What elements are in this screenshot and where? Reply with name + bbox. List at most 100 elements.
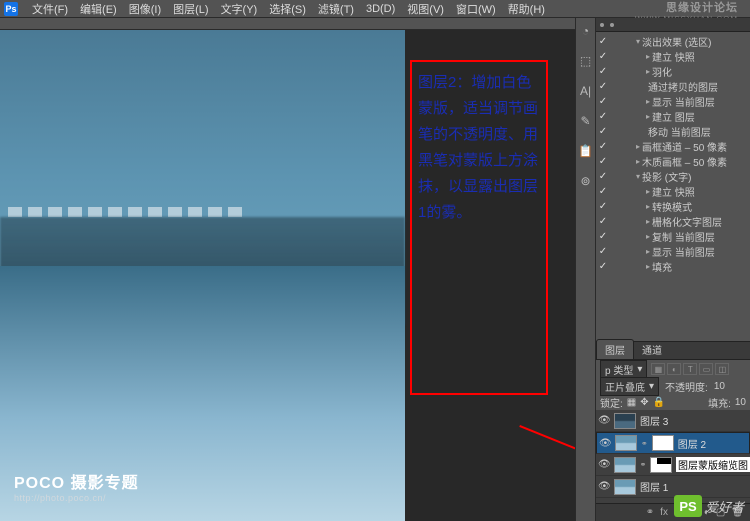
disclosure-icon[interactable]: ▸ [646,262,650,271]
cc-icon[interactable]: ⊚ [579,174,593,188]
lock-position-icon[interactable]: ✥ [640,397,648,408]
layer-name[interactable]: 图层 1 [640,479,668,494]
filter-adj-icon[interactable]: ◐ [667,363,681,375]
action-row[interactable]: ✓▸画框通道 – 50 像素 [596,139,750,154]
disclosure-icon[interactable]: ▸ [646,97,650,106]
layer-thumb[interactable] [652,435,674,451]
action-check-icon[interactable]: ✓ [598,216,608,227]
layer-thumb[interactable] [614,413,636,429]
disclosure-icon[interactable]: ▸ [636,157,640,166]
action-check-icon[interactable]: ✓ [598,126,608,137]
action-check-icon[interactable]: ✓ [598,111,608,122]
layer-thumb[interactable] [614,479,636,495]
filter-shape-icon[interactable]: ▭ [699,363,713,375]
action-row[interactable]: ✓▸显示 当前图层 [596,94,750,109]
action-label: 建立 快照 [652,184,695,199]
action-check-icon[interactable]: ✓ [598,171,608,182]
action-row[interactable]: ✓ ▸建立 快照 [596,184,750,199]
layer-name[interactable]: 图层 2 [678,436,706,451]
action-check-icon[interactable]: ✓ [598,81,608,92]
disclosure-icon[interactable]: ▾ [636,172,640,181]
tab-channels[interactable]: 通道 [634,340,670,359]
visibility-icon[interactable]: 👁 [599,438,611,449]
action-row[interactable]: ✓▸木质画框 – 50 像素 [596,154,750,169]
fx-icon[interactable]: fx [660,507,668,518]
menu-file[interactable]: 文件(F) [26,1,74,17]
disclosure-icon[interactable]: ▸ [636,142,640,151]
link-layers-icon[interactable]: ⚭ [646,507,654,518]
lock-all-icon[interactable]: 🔒 [653,397,665,408]
disclosure-icon[interactable]: ▸ [646,202,650,211]
layer-thumb[interactable] [614,457,636,473]
menu-3d[interactable]: 3D(D) [360,3,401,15]
action-row[interactable]: ✓▸转换模式 [596,199,750,214]
action-check-icon[interactable]: ✓ [598,96,608,107]
action-check-icon[interactable]: ✓ [598,201,608,212]
opacity-value[interactable]: 10 [714,381,725,392]
disclosure-icon[interactable]: ▸ [646,232,650,241]
visibility-icon[interactable]: 👁 [598,415,610,426]
action-check-icon[interactable]: ✓ [598,231,608,242]
tab-layers[interactable]: 图层 [596,339,634,359]
disclosure-icon[interactable]: ▸ [646,217,650,226]
action-check-icon[interactable]: ✓ [598,156,608,167]
visibility-icon[interactable]: 👁 [598,459,610,470]
layer-row[interactable]: 👁⚭图层蒙版缩览图 [596,454,750,476]
visibility-icon[interactable]: 👁 [598,481,610,492]
menu-select[interactable]: 选择(S) [263,1,312,17]
filter-text-icon[interactable]: T [683,363,697,375]
layer-row[interactable]: 👁 图层 3 [596,410,750,432]
action-check-icon[interactable]: ✓ [598,246,608,257]
lock-pixels-icon[interactable]: ▦ [627,397,636,408]
canvas-area[interactable]: 图层2：增加白色蒙版，适当调节画笔的不透明度、用黑笔对蒙版上方涂抹，以显露出图层… [0,30,575,521]
action-check-icon[interactable]: ✓ [598,186,608,197]
menu-help[interactable]: 帮助(H) [502,1,551,17]
action-row[interactable]: ✓▸显示 当前图层 [596,244,750,259]
layer-thumb[interactable] [615,435,637,451]
fill-value[interactable]: 10 [735,397,746,408]
disclosure-icon[interactable]: ▸ [646,67,650,76]
menu-filter[interactable]: 滤镜(T) [312,1,360,17]
swatch-icon[interactable]: ⬚ [579,54,593,68]
menu-layer[interactable]: 图层(L) [167,1,214,17]
filter-smart-icon[interactable]: ◫ [715,363,729,375]
disclosure-icon[interactable]: ▸ [646,52,650,61]
action-row[interactable]: ✓通过拷贝的图层 [596,79,750,94]
action-check-icon[interactable]: ✓ [598,51,608,62]
action-row[interactable]: ✓▸建立 快照 [596,49,750,64]
menu-window[interactable]: 窗口(W) [450,1,502,17]
note-icon[interactable]: 📋 [579,144,593,158]
disclosure-icon[interactable]: ▾ [636,37,640,46]
menu-edit[interactable]: 编辑(E) [74,1,123,17]
action-check-icon[interactable]: ✓ [598,66,608,77]
filter-pixel-icon[interactable]: ▦ [651,363,665,375]
action-row[interactable]: ✓▾投影 (文字) [596,169,750,184]
blend-mode-select[interactable]: 正片叠底▾ [600,377,659,396]
brush-icon[interactable]: ✎ [579,114,593,128]
hist-icon[interactable]: ◔ [579,24,593,38]
action-row[interactable]: ✓▸羽化 [596,64,750,79]
actions-panel-header[interactable] [596,18,750,32]
layers-filter-row: p 类型▾ ▦ ◐ T ▭ ◫ [596,360,750,378]
action-row[interactable]: ✓▸复制 当前图层 [596,229,750,244]
disclosure-icon[interactable]: ▸ [646,247,650,256]
menu-image[interactable]: 图像(I) [123,1,167,17]
layer-name[interactable]: 图层蒙版缩览图 [676,457,750,472]
psahz-watermark: PS 爱好者 [674,495,744,517]
menu-text[interactable]: 文字(Y) [215,1,264,17]
action-check-icon[interactable]: ✓ [598,261,608,272]
action-check-icon[interactable]: ✓ [598,36,608,47]
layer-thumb[interactable] [650,457,672,473]
action-row[interactable]: ✓移动 当前图层 [596,124,750,139]
disclosure-icon[interactable]: ▸ [646,112,650,121]
layer-row[interactable]: 👁⚭图层 2 [596,432,750,454]
menu-view[interactable]: 视图(V) [401,1,450,17]
action-row[interactable]: ✓▸建立 图层 [596,109,750,124]
action-check-icon[interactable]: ✓ [598,141,608,152]
layer-name[interactable]: 图层 3 [640,413,668,428]
action-row[interactable]: ✓▸填充 [596,259,750,274]
action-row[interactable]: ✓▸栅格化文字图层 [596,214,750,229]
action-row[interactable]: ✓▾淡出效果 (选区) [596,34,750,49]
char-icon[interactable]: A| [579,84,593,98]
disclosure-icon[interactable]: ▸ [646,187,650,196]
